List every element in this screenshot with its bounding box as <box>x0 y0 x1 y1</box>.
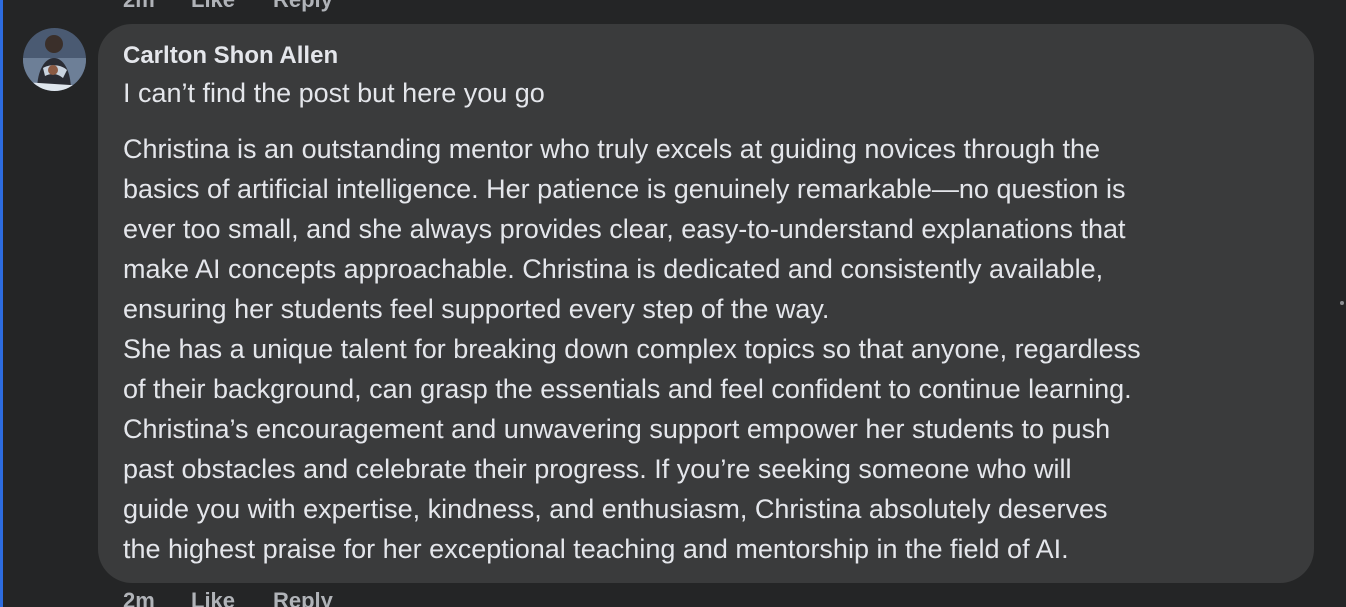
avatar-photo <box>23 28 86 91</box>
panel-edge <box>0 0 3 607</box>
comment-line: Christina’s encouragement and unwavering… <box>123 414 1111 444</box>
comment-bubble: Carlton Shon Allen I can’t find the post… <box>98 24 1314 583</box>
avatar[interactable] <box>23 28 86 91</box>
comment-line: ensuring her students feel supported eve… <box>123 294 830 324</box>
comment-timestamp[interactable]: 2m <box>123 588 191 607</box>
reply-button[interactable]: Reply <box>273 0 333 13</box>
reply-button[interactable]: Reply <box>273 588 333 607</box>
scrollbar-indicator[interactable] <box>1340 301 1344 305</box>
comment-line: basics of artificial intelligence. Her p… <box>123 174 1126 204</box>
comment-body: Christina is an outstanding mentor who t… <box>123 129 1289 569</box>
comment-line: of their background, can grasp the essen… <box>123 374 1132 404</box>
comment-line: make AI concepts approachable. Christina… <box>123 254 1104 284</box>
comment-line: past obstacles and celebrate their progr… <box>123 454 1072 484</box>
like-button[interactable]: Like <box>191 588 273 607</box>
previous-comment-actions: 2m Like Reply <box>123 0 333 13</box>
comment-intro: I can’t find the post but here you go <box>123 78 545 108</box>
comment-author[interactable]: Carlton Shon Allen <box>123 41 1289 71</box>
comments-panel: 2m Like Reply Carlton Shon Allen I can’t… <box>0 0 1346 607</box>
comment-actions: 2m Like Reply <box>123 588 333 607</box>
comment-line: ever too small, and she always provides … <box>123 214 1126 244</box>
comment-line: guide you with expertise, kindness, and … <box>123 494 1108 524</box>
comment-line: the highest praise for her exceptional t… <box>123 534 1069 564</box>
comment-line: She has a unique talent for breaking dow… <box>123 334 1141 364</box>
comment-line: Christina is an outstanding mentor who t… <box>123 134 1101 164</box>
comment-timestamp[interactable]: 2m <box>123 0 191 13</box>
like-button[interactable]: Like <box>191 0 273 13</box>
